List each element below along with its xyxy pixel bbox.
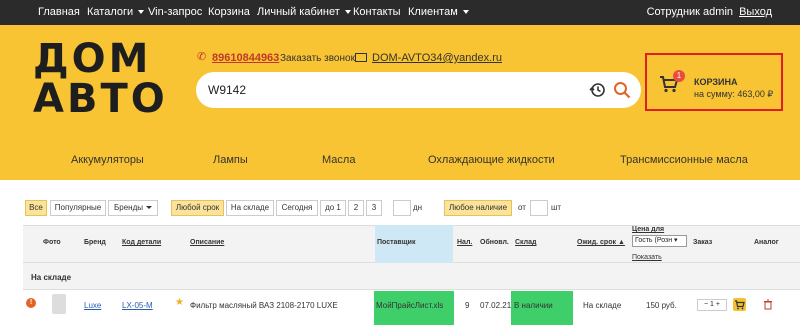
search-value: W9142: [208, 83, 247, 97]
nav-home[interactable]: Главная: [38, 6, 80, 18]
stock-qty-input[interactable]: [530, 200, 548, 216]
cart-count-badge: 1: [673, 70, 685, 82]
product-photo[interactable]: [52, 294, 66, 314]
price-type-value: Гость (Розн: [635, 237, 673, 244]
filter-any-term[interactable]: Любой срок: [171, 200, 224, 216]
th-supplier: Поставщик: [377, 239, 416, 246]
user-area: Сотрудник admin Выход: [647, 6, 772, 18]
th-description[interactable]: Описание: [190, 239, 224, 246]
th-order: Заказ: [693, 239, 713, 246]
th-price-for: Цена для: [632, 226, 665, 233]
term-days-input[interactable]: [393, 200, 411, 216]
phone-icon: ✆: [197, 51, 207, 63]
filter-brands[interactable]: Бренды: [108, 200, 158, 216]
filter-2-days[interactable]: 2: [348, 200, 364, 216]
phone-link[interactable]: 89610844963: [212, 52, 279, 64]
logout-link[interactable]: Выход: [739, 6, 772, 18]
email-link[interactable]: DOM-AVTO34@yandex.ru: [372, 52, 502, 64]
chevron-down-icon: [462, 10, 469, 15]
nav-clients-label: Клиентам: [408, 6, 458, 18]
filter-in-stock[interactable]: На складе: [226, 200, 274, 216]
info-icon[interactable]: !: [26, 298, 36, 308]
nav-contacts[interactable]: Контакты: [353, 6, 401, 18]
filter-popular[interactable]: Популярные: [50, 200, 106, 216]
cart-icon: [735, 300, 745, 310]
quantity-stepper[interactable]: − 1 +: [697, 299, 727, 311]
row-price: 150 руб.: [646, 301, 677, 310]
trash-icon[interactable]: [763, 299, 773, 310]
cart-widget[interactable]: 1 КОРЗИНА на сумму: 463,00 ₽: [645, 53, 783, 111]
nav-clients[interactable]: Клиентам: [408, 6, 469, 18]
term-unit: дн: [413, 203, 423, 212]
th-wait[interactable]: Ожид. срок ▲: [577, 239, 625, 246]
th-brand: Бренд: [84, 239, 106, 246]
add-to-cart-button[interactable]: [733, 298, 746, 311]
stock-from-label: от: [518, 203, 526, 212]
logo-line-1: ДОМ: [33, 36, 152, 82]
filter-all[interactable]: Все: [25, 200, 47, 216]
filter-any-stock[interactable]: Любое наличие: [444, 200, 512, 216]
price-type-select[interactable]: Гость (Розн ▾: [632, 235, 687, 247]
nav-catalogs-label: Каталоги: [87, 6, 134, 18]
star-icon[interactable]: ★: [175, 298, 184, 308]
filter-1-day[interactable]: до 1: [320, 200, 346, 216]
row-brand[interactable]: Luxe: [84, 301, 101, 310]
section-title: На складе: [31, 273, 72, 282]
quantity-value: 1: [710, 301, 714, 308]
nav-vin[interactable]: Vin-запрос: [148, 6, 202, 18]
row-warehouse: В наличии: [514, 301, 553, 310]
category-batteries[interactable]: Аккумуляторы: [71, 154, 144, 166]
th-availability[interactable]: Нал.: [457, 239, 472, 246]
callback-link[interactable]: Заказать звонок: [280, 53, 355, 64]
filter-3-days[interactable]: 3: [366, 200, 382, 216]
th-updated: Обновл.: [480, 239, 509, 246]
logo-line-2: АВТО: [33, 76, 168, 122]
search-input[interactable]: W9142: [196, 72, 641, 108]
search-icon[interactable]: [613, 81, 631, 99]
row-updated: 07.02.21: [480, 301, 512, 310]
th-analog: Аналог: [754, 239, 779, 246]
filter-today[interactable]: Сегодня: [276, 200, 318, 216]
mail-icon: [355, 53, 367, 62]
row-description: Фильтр масляный ВАЗ 2108-2170 LUXE: [190, 301, 338, 310]
chevron-down-icon: [138, 10, 145, 15]
chevron-down-icon: [145, 206, 152, 210]
filter-brands-label: Бренды: [114, 203, 143, 212]
top-nav: Главная Каталоги Vin-запрос Корзина Личн…: [0, 0, 800, 25]
stock-unit: шт: [551, 203, 562, 212]
chevron-down-icon: [344, 10, 351, 15]
section-header: [23, 263, 800, 290]
row-availability: 9: [465, 301, 470, 310]
row-supplier: МойПрайсЛист.xls: [376, 301, 444, 310]
history-icon[interactable]: [589, 82, 605, 98]
th-photo: Фото: [43, 239, 61, 246]
category-oils[interactable]: Масла: [322, 154, 355, 166]
category-lamps[interactable]: Лампы: [213, 154, 248, 166]
show-link[interactable]: Показать: [632, 254, 662, 261]
th-warehouse[interactable]: Склад: [515, 239, 536, 246]
nav-cart[interactable]: Корзина: [208, 6, 250, 18]
logo[interactable]: ДОМ АВТО: [33, 39, 179, 119]
nav-catalogs[interactable]: Каталоги: [87, 6, 145, 18]
cart-sum: на сумму: 463,00 ₽: [694, 89, 774, 99]
category-transmission-oils[interactable]: Трансмиссионные масла: [620, 154, 748, 166]
header: ДОМ АВТО ✆ 89610844963 Заказать звонок D…: [0, 25, 800, 180]
th-wait-label: Ожид. срок: [577, 239, 616, 246]
nav-account[interactable]: Личный кабинет: [257, 6, 351, 18]
category-coolants[interactable]: Охлаждающие жидкости: [428, 154, 555, 166]
cart-title: КОРЗИНА: [694, 77, 738, 87]
row-wait: На складе: [583, 301, 622, 310]
th-code[interactable]: Код детали: [122, 239, 161, 246]
user-label: Сотрудник admin: [646, 6, 734, 18]
row-code[interactable]: LX-05-M: [122, 301, 153, 310]
nav-account-label: Личный кабинет: [257, 6, 340, 18]
